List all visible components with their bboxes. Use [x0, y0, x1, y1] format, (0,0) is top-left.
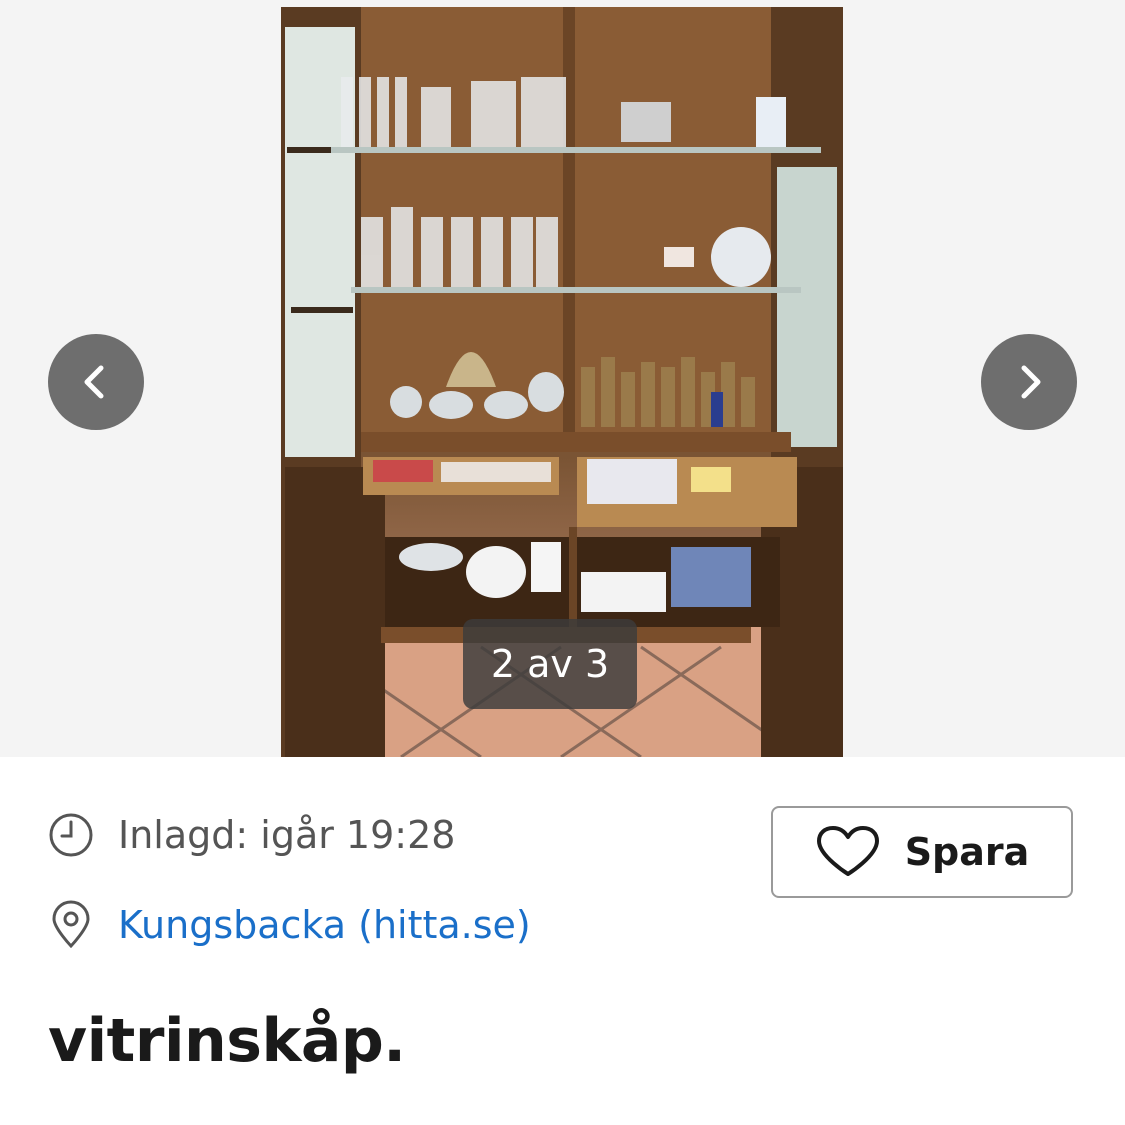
save-label: Spara — [904, 830, 1030, 874]
location-link[interactable]: Kungsbacka (hitta.se) — [118, 903, 531, 947]
image-counter: 2 av 3 — [463, 619, 637, 709]
chevron-left-icon — [84, 365, 104, 399]
heart-icon — [816, 826, 879, 876]
chevron-right-icon — [1021, 365, 1041, 399]
map-pin-icon — [46, 900, 96, 950]
listing-title: vitrinskåp. — [48, 1006, 406, 1076]
next-image-button[interactable] — [981, 334, 1077, 430]
clock-icon — [46, 810, 96, 860]
posted-time: Inlagd: igår 19:28 — [118, 813, 456, 857]
location-row: Kungsbacka (hitta.se) — [46, 900, 531, 950]
image-gallery: 2 av 3 — [0, 0, 1125, 757]
save-button[interactable]: Spara — [771, 806, 1073, 898]
previous-image-button[interactable] — [48, 334, 144, 430]
posted-time-row: Inlagd: igår 19:28 — [46, 810, 455, 860]
